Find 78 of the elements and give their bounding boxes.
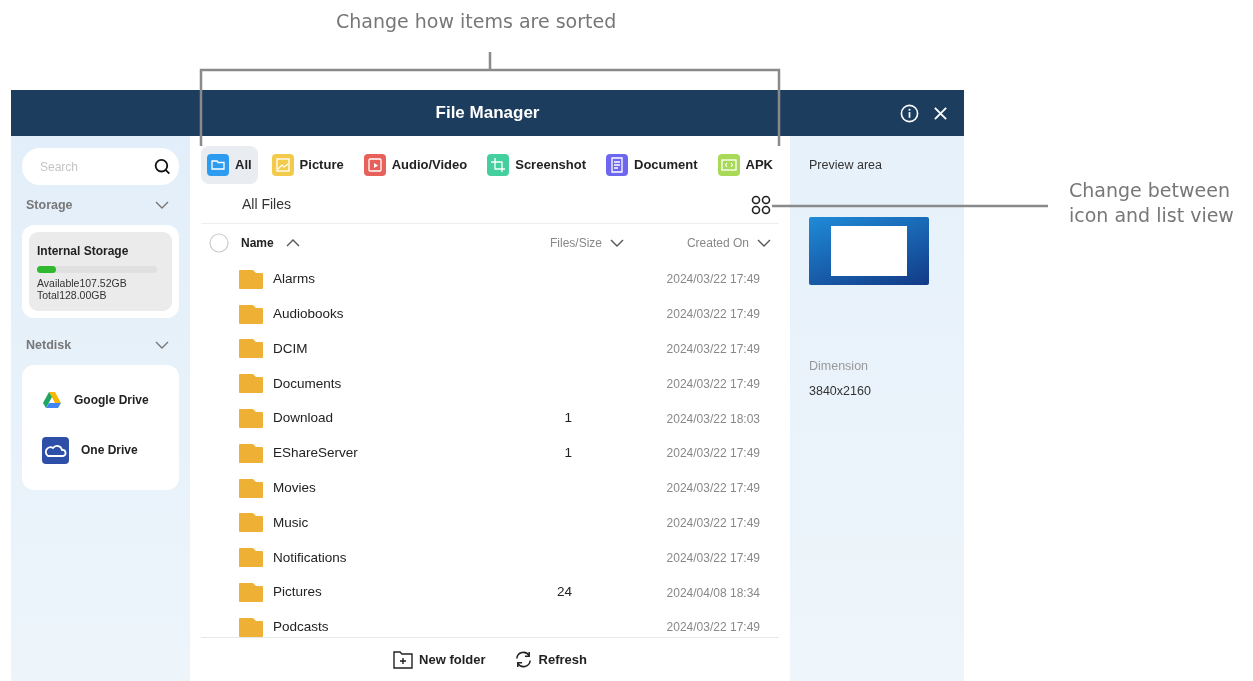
storage-name: Internal Storage — [37, 242, 130, 260]
folder-name[interactable]: EShareServer — [273, 443, 358, 464]
file-count: 24 — [556, 584, 572, 600]
column-header[interactable]: Created On — [686, 234, 749, 252]
folder-name[interactable]: Download — [273, 408, 334, 429]
cloud-logo-icon — [42, 436, 69, 464]
search-input[interactable]: Search — [38, 156, 155, 177]
folder-name[interactable]: Podcasts — [273, 617, 329, 637]
folder-icon — [239, 583, 263, 603]
folder-icon — [239, 304, 263, 324]
breadcrumb: All Files — [242, 195, 291, 214]
chevron-down-icon[interactable] — [610, 239, 624, 247]
available-text: Available107.52GB — [37, 276, 128, 289]
folder-name[interactable]: Notifications — [273, 547, 347, 568]
created-date: 2024/03/22 17:49 — [666, 481, 760, 496]
folder-icon — [239, 269, 263, 289]
category-tab[interactable]: APK — [711, 146, 779, 184]
folder-icon — [239, 548, 263, 568]
category-tab[interactable]: Document — [600, 146, 704, 184]
created-date: 2024/03/22 17:49 — [666, 515, 760, 530]
folder-plus-icon — [393, 650, 414, 669]
file-count: 1 — [564, 445, 572, 461]
folder-name[interactable]: Audiobooks — [273, 304, 344, 325]
column-header[interactable]: Files/Size — [550, 234, 602, 252]
refresh-icon — [513, 650, 533, 669]
category-tab[interactable]: All — [201, 146, 258, 184]
new-folder-button[interactable]: New folder — [387, 648, 492, 671]
info-icon[interactable] — [900, 103, 919, 123]
netdisk-item[interactable]: One Drive — [30, 422, 150, 478]
dimension-label: Dimension — [809, 357, 870, 375]
netdisk-item[interactable]: Google Drive — [30, 376, 161, 423]
created-date: 2024/03/22 17:49 — [666, 376, 760, 391]
folder-name[interactable]: Documents — [273, 373, 342, 394]
grid-view-icon[interactable] — [751, 194, 771, 215]
window-title: File Manager — [435, 102, 540, 125]
annotation-text: Change between icon and list view — [1069, 178, 1235, 228]
created-date: 2024/03/22 17:49 — [666, 550, 760, 565]
folder-icon — [239, 513, 263, 533]
preview-title: Preview area — [809, 157, 883, 174]
folder-icon — [239, 617, 263, 637]
created-date: 2024/03/22 17:49 — [666, 446, 760, 461]
chevron-down-icon[interactable] — [155, 341, 169, 350]
section-label: Netdisk — [26, 336, 72, 354]
internal-storage-item[interactable]: Internal Storage Available107.52GB Total128.00GB — [29, 231, 172, 311]
search-field[interactable]: Search — [22, 148, 179, 185]
close-icon[interactable] — [933, 105, 948, 121]
folder-name[interactable]: DCIM — [273, 338, 308, 360]
chevron-down-icon[interactable] — [757, 239, 771, 247]
column-header[interactable]: Name — [241, 234, 274, 252]
search-icon[interactable] — [154, 157, 171, 176]
section-label: Storage — [26, 197, 73, 214]
triangle-logo-icon — [42, 390, 62, 409]
folder-icon — [239, 339, 263, 359]
created-date: 2024/03/22 17:49 — [666, 342, 760, 356]
created-date: 2024/03/22 17:49 — [666, 620, 760, 635]
folder-icon — [239, 443, 263, 463]
folder-icon — [239, 409, 263, 429]
created-date: 2024/03/22 18:03 — [666, 411, 760, 426]
folder-name[interactable]: Alarms — [273, 269, 315, 290]
folder-icon — [239, 478, 263, 498]
folder-name[interactable]: Pictures — [273, 582, 322, 603]
annotation-text: Change how items are sorted — [336, 9, 617, 34]
dimension-value: 3840x2160 — [809, 382, 872, 400]
refresh-button[interactable]: Refresh — [507, 648, 593, 671]
category-tab[interactable]: Picture — [265, 146, 350, 184]
total-text: Total128.00GB — [37, 288, 108, 301]
folder-name[interactable]: Music — [273, 512, 309, 534]
created-date: 2024/04/08 18:34 — [666, 585, 760, 600]
category-tab[interactable]: Audio/Video — [357, 146, 474, 184]
chevron-down-icon[interactable] — [155, 201, 169, 210]
category-tab[interactable]: Screenshot — [481, 146, 593, 184]
created-date: 2024/03/22 17:49 — [666, 307, 760, 322]
select-all-checkbox[interactable] — [209, 233, 229, 253]
folder-name[interactable]: Movies — [273, 478, 316, 499]
chevron-up-icon[interactable] — [285, 239, 300, 247]
created-date: 2024/03/22 17:49 — [666, 272, 760, 287]
folder-icon — [239, 374, 263, 394]
file-count: 1 — [564, 410, 572, 426]
